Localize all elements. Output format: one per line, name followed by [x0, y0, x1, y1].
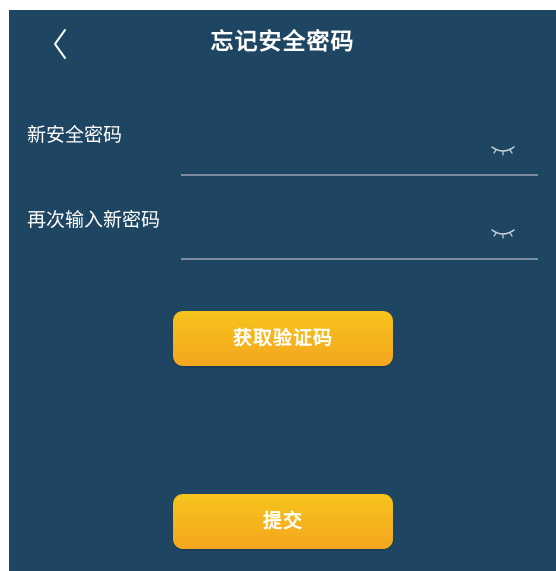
confirm-password-input[interactable] — [181, 219, 493, 249]
eye-closed-icon[interactable] — [489, 226, 517, 240]
page-title: 忘记安全密码 — [210, 29, 355, 55]
submit-button[interactable]: 提交 — [173, 494, 393, 549]
confirm-password-label: 再次输入新密码 — [27, 209, 161, 231]
new-password-underline — [181, 174, 538, 176]
new-password-label: 新安全密码 — [27, 124, 123, 146]
forgot-password-screen: 忘记安全密码 新安全密码 再次输入新密码 获取验证码 提交 — [9, 10, 556, 571]
new-password-input[interactable] — [181, 134, 493, 164]
get-verification-code-button[interactable]: 获取验证码 — [173, 311, 393, 366]
eye-closed-icon[interactable] — [489, 143, 517, 157]
confirm-password-underline — [181, 258, 538, 260]
